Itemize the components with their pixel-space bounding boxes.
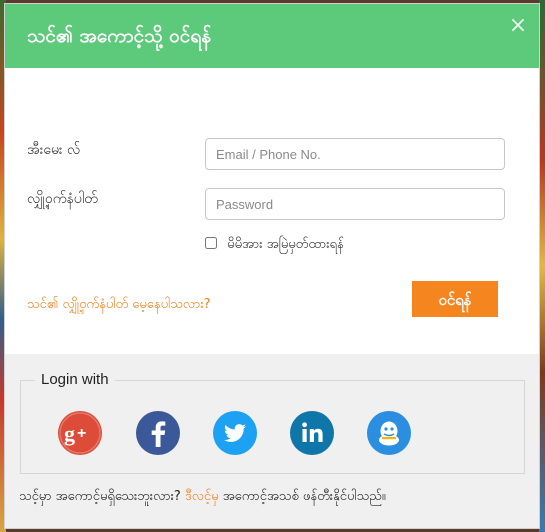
remember-me[interactable]: မိမိအား အမြဲမှတ်ထားရန် [205,236,344,255]
forgot-password-link[interactable]: သင်၏ လျှို့ဝှက်နံပါတ် မေ့နေပါသလား? [27,296,211,315]
email-input[interactable] [205,138,505,170]
modal-header: သင်၏ အကောင့်သို့ ဝင်ရန် × [5,4,539,68]
close-button[interactable]: × [505,13,531,39]
linkedin-button[interactable] [290,411,334,455]
password-input[interactable] [205,188,505,220]
password-label: လျှို့ဝှက်နံပါတ် [27,191,98,207]
svg-text:g: g [64,421,75,446]
svg-text:+: + [77,425,86,442]
login-form: အီးမေး လ် လျှို့ဝှက်နံပါတ် မိမိအား အမြဲမ… [5,68,539,354]
social-login-legend: Login with [35,371,115,388]
google-plus-icon[interactable]: g + [58,411,102,455]
social-login-box: Login with g + [20,371,525,474]
modal-title: သင်၏ အကောင့်သို့ ဝင်ရန် [27,25,212,47]
facebook-button[interactable] [136,411,180,455]
remember-me-checkbox[interactable] [205,237,217,249]
qq-button[interactable] [367,411,411,455]
linkedin-icon[interactable] [290,411,334,455]
register-prompt-suffix: အကောင့်အသစ် ဖန်တီးနိုင်ပါသည်။ [222,489,386,504]
remember-me-label: မိမိအား အမြဲမှတ်ထားရန် [227,237,344,252]
register-link[interactable]: ဒီလင့်မှ [185,489,219,504]
twitter-icon[interactable] [213,411,257,455]
google-plus-button[interactable]: g + [58,411,102,455]
twitter-button[interactable] [213,411,257,455]
login-button[interactable]: ဝင်ရန် [412,281,498,317]
email-label: အီးမေး လ် [27,142,81,158]
login-modal: သင်၏ အကောင့်သို့ ဝင်ရန် × အီးမေး လ် လျှိ… [4,3,540,529]
register-prompt-text: သင့်မှာ အကောင့်မရှိသေးဘူးလား? [19,489,181,504]
close-icon[interactable]: × [509,13,527,38]
qq-icon[interactable] [367,411,411,455]
register-prompt: သင့်မှာ အကောင့်မရှိသေးဘူးလား? ဒီလင့်မှ အ… [19,488,386,507]
facebook-icon[interactable] [136,411,180,455]
